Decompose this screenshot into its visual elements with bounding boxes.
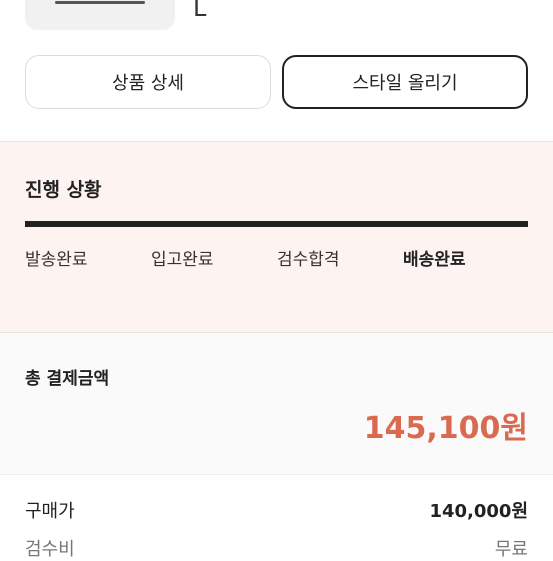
- step-warehoused: 입고완료: [151, 250, 214, 270]
- progress-section: 진행 상황 발송완료 입고완료 검수합격 배송완료: [0, 141, 553, 333]
- product-image-detail: [55, 1, 145, 4]
- inspection-fee-row: 검수비 무료: [25, 535, 528, 561]
- step-delivered: 배송완료: [403, 250, 466, 270]
- total-payment-amount: 145,100원: [363, 411, 528, 446]
- progress-bar: [25, 221, 528, 227]
- product-thumbnail[interactable]: [25, 0, 175, 30]
- progress-title: 진행 상황: [25, 179, 102, 201]
- step-shipped: 발송완료: [25, 250, 88, 270]
- purchase-price-row: 구매가 140,000원: [25, 497, 528, 523]
- purchase-price-label: 구매가: [25, 501, 75, 522]
- purchase-price-value: 140,000원: [429, 501, 528, 522]
- product-size: L: [193, 0, 207, 22]
- total-payment-label: 총 결제금액: [25, 369, 110, 389]
- product-detail-button[interactable]: 상품 상세: [25, 55, 271, 109]
- inspection-fee-value: 무료: [494, 539, 528, 560]
- inspection-fee-label: 검수비: [25, 539, 75, 560]
- post-style-button[interactable]: 스타일 올리기: [282, 55, 528, 109]
- step-inspection-passed: 검수합격: [277, 250, 340, 270]
- total-payment-section: 총 결제금액 145,100원: [0, 333, 553, 475]
